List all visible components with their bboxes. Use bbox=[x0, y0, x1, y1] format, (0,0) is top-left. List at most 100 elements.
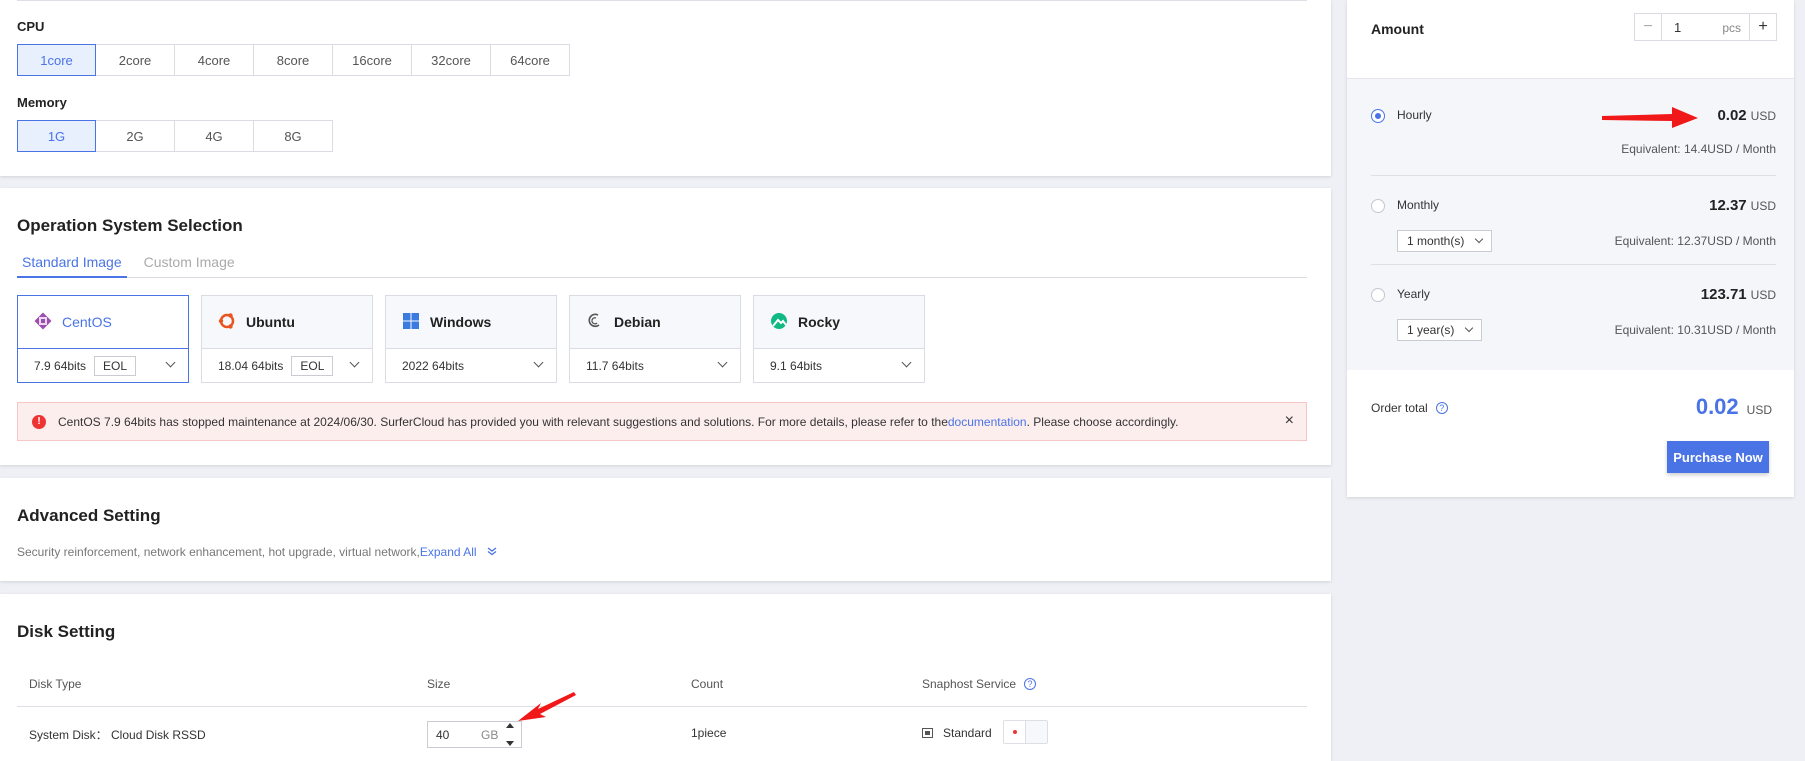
memory-option-4g[interactable]: 4G bbox=[175, 120, 254, 152]
os-card-ubuntu[interactable]: Ubuntu 18.04 64bits EOL bbox=[201, 295, 373, 383]
cpu-label: CPU bbox=[17, 19, 45, 34]
windows-icon bbox=[402, 312, 420, 333]
cpu-option-32core[interactable]: 32core bbox=[412, 44, 491, 76]
order-panel: Amount − 1 pcs + Hourly 0.02 USD Equivale… bbox=[1347, 0, 1794, 497]
hourly-radio[interactable] bbox=[1371, 109, 1385, 123]
os-version: 7.9 64bits bbox=[34, 358, 87, 373]
os-version-select[interactable]: 18.04 64bits EOL bbox=[202, 349, 372, 382]
disk-count-value: 1piece bbox=[691, 726, 727, 740]
memory-label: Memory bbox=[17, 95, 67, 110]
memory-option-8g[interactable]: 8G bbox=[254, 120, 333, 152]
disk-size-input[interactable]: 40 GB bbox=[427, 721, 522, 748]
error-icon: ! bbox=[32, 414, 46, 429]
plan-name: Yearly bbox=[1397, 287, 1430, 301]
snapshot-header: Snaphost Service ? bbox=[922, 677, 1037, 691]
chevron-down-icon bbox=[165, 357, 176, 368]
os-card-header[interactable]: Debian bbox=[570, 296, 740, 349]
cpu-option-2core[interactable]: 2core bbox=[96, 44, 175, 76]
cpu-option-8core[interactable]: 8core bbox=[254, 44, 333, 76]
os-name: Debian bbox=[614, 314, 661, 330]
decrease-button[interactable]: − bbox=[1634, 13, 1662, 41]
os-name: CentOS bbox=[62, 314, 112, 330]
price-value: 123.71 bbox=[1700, 286, 1747, 303]
disk-type-value: System Disk： Cloud Disk RSSD bbox=[29, 728, 206, 742]
eol-badge: EOL bbox=[94, 355, 137, 376]
os-card-rocky[interactable]: Rocky 9.1 64bits bbox=[753, 295, 925, 383]
month-period-select[interactable]: 1 month(s) bbox=[1397, 230, 1492, 252]
cpu-option-1core[interactable]: 1core bbox=[17, 44, 96, 76]
disk-size-header: Size bbox=[427, 677, 451, 691]
os-version: 11.7 64bits bbox=[586, 358, 644, 373]
os-version-select[interactable]: 7.9 64bits EOL bbox=[18, 349, 188, 382]
plan-price: 0.02 USD bbox=[1717, 107, 1776, 124]
advanced-description: Security reinforcement, network enhancem… bbox=[17, 545, 497, 559]
increase-button[interactable]: + bbox=[1749, 13, 1777, 41]
documentation-link[interactable]: documentation bbox=[948, 415, 1027, 429]
monthly-radio[interactable] bbox=[1371, 199, 1385, 213]
os-card-header[interactable]: CentOS bbox=[18, 296, 188, 349]
total-currency: USD bbox=[1746, 403, 1772, 417]
memory-option-2g[interactable]: 2G bbox=[96, 120, 175, 152]
close-icon[interactable]: × bbox=[1285, 412, 1294, 430]
help-icon[interactable]: ? bbox=[1435, 402, 1448, 414]
chevron-down-icon bbox=[1464, 323, 1474, 333]
os-version: 9.1 64bits bbox=[770, 358, 823, 373]
plan-divider bbox=[1371, 264, 1776, 265]
period-value: 1 year(s) bbox=[1407, 323, 1455, 337]
os-card-header[interactable]: Rocky bbox=[754, 296, 924, 349]
plan-equivalent: Equivalent: 14.4USD / Month bbox=[1621, 142, 1776, 156]
yearly-radio[interactable] bbox=[1371, 288, 1385, 302]
annotation-arrow-size bbox=[518, 692, 576, 721]
decrement-icon[interactable] bbox=[506, 741, 514, 746]
snapshot-label: Standard bbox=[943, 726, 992, 740]
disk-count-header: Count bbox=[691, 677, 724, 691]
memory-option-1g[interactable]: 1G bbox=[17, 120, 96, 152]
os-name: Rocky bbox=[798, 314, 841, 330]
os-version: 2022 64bits bbox=[402, 358, 465, 373]
amount-input[interactable]: 1 pcs bbox=[1662, 13, 1749, 41]
year-period-select[interactable]: 1 year(s) bbox=[1397, 319, 1482, 341]
os-tabs: Standard Image Custom Image bbox=[17, 248, 1307, 278]
os-card-windows[interactable]: Windows 2022 64bits bbox=[385, 295, 557, 383]
double-chevron-down-icon[interactable] bbox=[487, 545, 497, 559]
expand-all-link[interactable]: Expand All bbox=[420, 545, 477, 559]
cpu-option-4core[interactable]: 4core bbox=[175, 44, 254, 76]
price-value: 0.02 bbox=[1717, 107, 1747, 124]
os-version-select[interactable]: 11.7 64bits bbox=[570, 349, 740, 382]
os-card-debian[interactable]: Debian 11.7 64bits bbox=[569, 295, 741, 383]
os-section-title: Operation System Selection bbox=[17, 216, 243, 235]
disk-size-unit: GB bbox=[481, 727, 499, 742]
os-card-header[interactable]: Ubuntu bbox=[202, 296, 372, 349]
os-selection-card: Operation System Selection Standard Imag… bbox=[0, 188, 1331, 465]
memory-selector: 1G 2G 4G 8G bbox=[17, 120, 333, 152]
plan-divider bbox=[1371, 175, 1776, 176]
chevron-down-icon bbox=[533, 357, 544, 368]
amount-label: Amount bbox=[1371, 21, 1424, 37]
plan-equivalent: Equivalent: 10.31USD / Month bbox=[1614, 323, 1776, 337]
increment-icon[interactable] bbox=[506, 723, 514, 728]
annotation-arrow-price bbox=[1602, 107, 1698, 128]
chevron-down-icon bbox=[1474, 234, 1484, 244]
os-version-select[interactable]: 9.1 64bits bbox=[754, 349, 924, 382]
plan-name: Monthly bbox=[1397, 198, 1440, 212]
order-total-text: Order total bbox=[1371, 401, 1428, 415]
os-version: 18.04 64bits bbox=[218, 358, 284, 373]
tab-standard-image[interactable]: Standard Image bbox=[17, 248, 127, 278]
os-version-select[interactable]: 2022 64bits bbox=[386, 349, 556, 382]
os-card-header[interactable]: Windows bbox=[386, 296, 556, 349]
os-card-centos[interactable]: CentOS 7.9 64bits EOL bbox=[17, 295, 189, 383]
amount-value: 1 bbox=[1674, 19, 1682, 35]
total-value: 0.02 bbox=[1695, 394, 1739, 419]
cpu-option-64core[interactable]: 64core bbox=[491, 44, 570, 76]
chevron-down-icon bbox=[349, 357, 360, 368]
disk-type-header: Disk Type bbox=[29, 677, 82, 691]
cpu-option-16core[interactable]: 16core bbox=[333, 44, 412, 76]
purchase-now-button[interactable]: Purchase Now bbox=[1667, 441, 1769, 473]
price-currency: USD bbox=[1750, 109, 1776, 123]
tab-custom-image[interactable]: Custom Image bbox=[139, 248, 240, 278]
advanced-setting-card: Advanced Setting Security reinforcement,… bbox=[0, 478, 1331, 581]
help-icon[interactable]: ? bbox=[1024, 678, 1037, 690]
os-image-list: CentOS 7.9 64bits EOL Ubuntu 18.04 64bit… bbox=[17, 295, 925, 383]
instance-spec-card: CPU 1core 2core 4core 8core 16core 32cor… bbox=[0, 0, 1331, 176]
snapshot-toggle[interactable] bbox=[1003, 720, 1048, 744]
